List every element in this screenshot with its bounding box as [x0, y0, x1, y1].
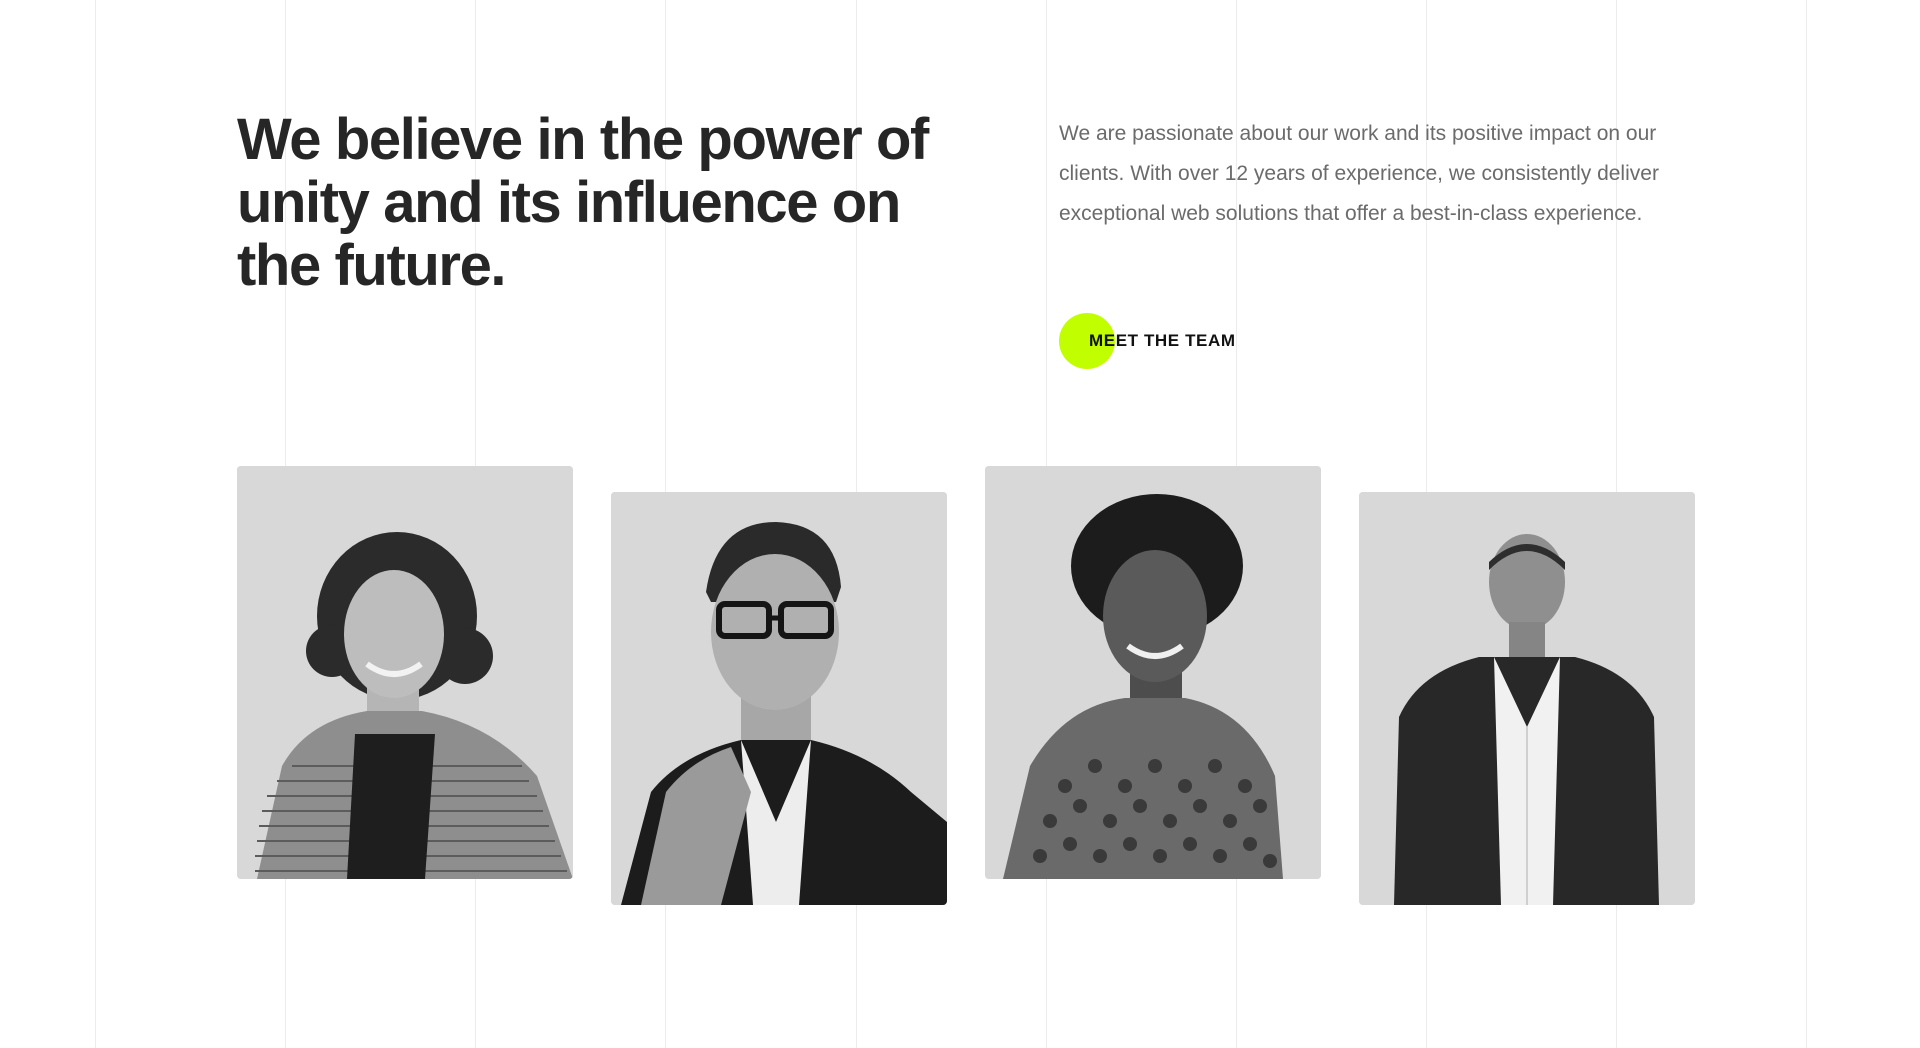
team-member-portrait-1	[237, 466, 573, 879]
team-member-portrait-4	[1359, 492, 1695, 905]
page-headline: We believe in the power of unity and its…	[237, 107, 929, 298]
meet-the-team-label: MEET THE TEAM	[1089, 331, 1236, 350]
team-member-photo	[1359, 492, 1695, 905]
team-member-photo	[985, 466, 1321, 879]
about-section: We believe in the power of unity and its…	[0, 0, 1920, 1048]
team-member-photo	[611, 492, 947, 905]
team-member-photo	[237, 466, 573, 879]
meet-the-team-button[interactable]: MEET THE TEAM	[1059, 313, 1236, 369]
team-member-portrait-2	[611, 492, 947, 905]
grid-line	[95, 0, 96, 1048]
grid-line	[1806, 0, 1807, 1048]
intro-paragraph: We are passionate about our work and its…	[1059, 122, 1659, 225]
team-member-portrait-3	[985, 466, 1321, 879]
